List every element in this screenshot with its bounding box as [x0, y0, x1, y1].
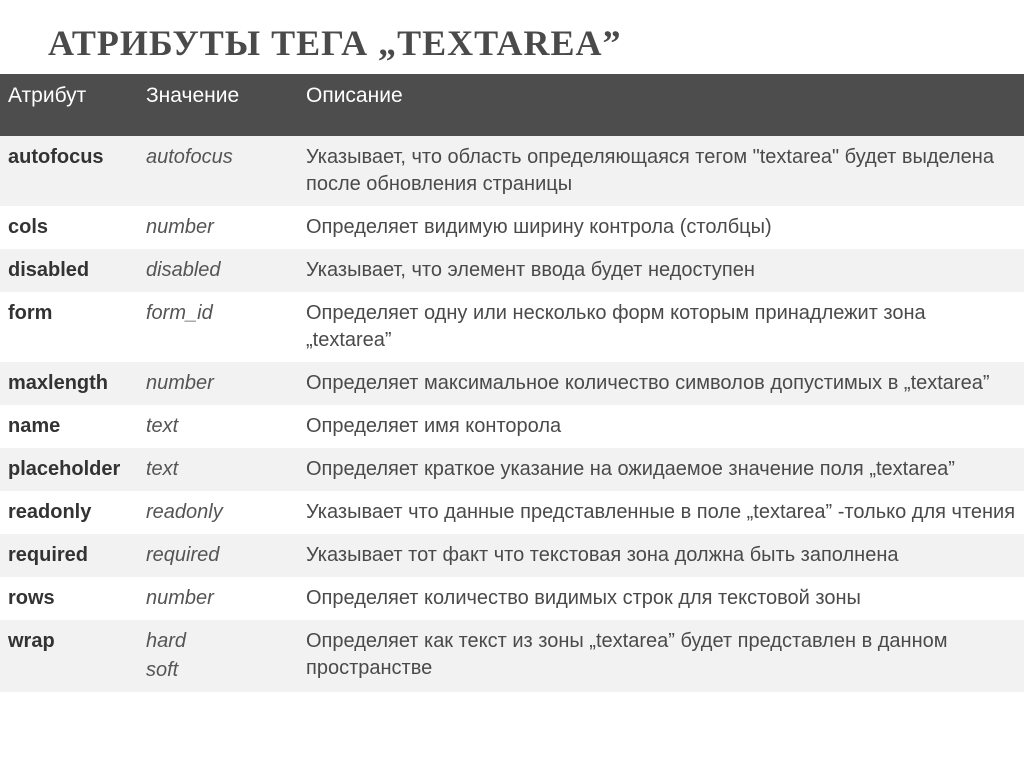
cell-value: readonly: [138, 491, 298, 534]
cell-attribute: form: [0, 292, 138, 362]
table-row: readonlyreadonlyУказывает что данные пре…: [0, 491, 1024, 534]
cell-attribute: cols: [0, 206, 138, 249]
cell-attribute: placeholder: [0, 448, 138, 491]
cell-value: disabled: [138, 249, 298, 292]
cell-value-extra: soft: [146, 655, 290, 684]
cell-value: hardsoft: [138, 620, 298, 692]
cell-description: Указывает что данные представленные в по…: [298, 491, 1024, 534]
cell-attribute: name: [0, 405, 138, 448]
cell-value: autofocus: [138, 136, 298, 206]
cell-attribute: rows: [0, 577, 138, 620]
cell-description: Определяет имя конторола: [298, 405, 1024, 448]
table-row: rowsnumberОпределяет количество видимых …: [0, 577, 1024, 620]
cell-attribute: autofocus: [0, 136, 138, 206]
cell-value: number: [138, 577, 298, 620]
cell-attribute: readonly: [0, 491, 138, 534]
cell-value: text: [138, 448, 298, 491]
cell-value: required: [138, 534, 298, 577]
cell-description: Определяет видимую ширину контрола (стол…: [298, 206, 1024, 249]
cell-attribute: wrap: [0, 620, 138, 692]
cell-value: number: [138, 362, 298, 405]
table-row: requiredrequiredУказывает тот факт что т…: [0, 534, 1024, 577]
cell-value: text: [138, 405, 298, 448]
table-row: placeholdertextОпределяет краткое указан…: [0, 448, 1024, 491]
table-row: colsnumberОпределяет видимую ширину конт…: [0, 206, 1024, 249]
cell-attribute: disabled: [0, 249, 138, 292]
cell-attribute: required: [0, 534, 138, 577]
slide-title: АТРИБУТЫ ТЕГА „TEXTAREA”: [0, 0, 1024, 74]
table-header-row: Атрибут Значение Описание: [0, 74, 1024, 136]
cell-description: Определяет одну или несколько форм котор…: [298, 292, 1024, 362]
cell-description: Определяет количество видимых строк для …: [298, 577, 1024, 620]
cell-attribute: maxlength: [0, 362, 138, 405]
table-row: nametextОпределяет имя конторола: [0, 405, 1024, 448]
cell-description: Определяет максимальное количество симво…: [298, 362, 1024, 405]
table-row: formform_idОпределяет одну или несколько…: [0, 292, 1024, 362]
cell-description: Указывает тот факт что текстовая зона до…: [298, 534, 1024, 577]
cell-value: form_id: [138, 292, 298, 362]
cell-description: Определяет как текст из зоны „textarea” …: [298, 620, 1024, 692]
cell-description: Определяет краткое указание на ожидаемое…: [298, 448, 1024, 491]
table-row: wraphardsoftОпределяет как текст из зоны…: [0, 620, 1024, 692]
cell-description: Указывает, что элемент ввода будет недос…: [298, 249, 1024, 292]
col-attribute: Атрибут: [0, 74, 138, 136]
cell-description: Указывает, что область определяющаяся те…: [298, 136, 1024, 206]
attributes-table: Атрибут Значение Описание autofocusautof…: [0, 74, 1024, 692]
cell-value: number: [138, 206, 298, 249]
table-row: autofocusautofocusУказывает, что область…: [0, 136, 1024, 206]
col-description: Описание: [298, 74, 1024, 136]
table-row: maxlengthnumberОпределяет максимальное к…: [0, 362, 1024, 405]
col-value: Значение: [138, 74, 298, 136]
table-row: disableddisabledУказывает, что элемент в…: [0, 249, 1024, 292]
